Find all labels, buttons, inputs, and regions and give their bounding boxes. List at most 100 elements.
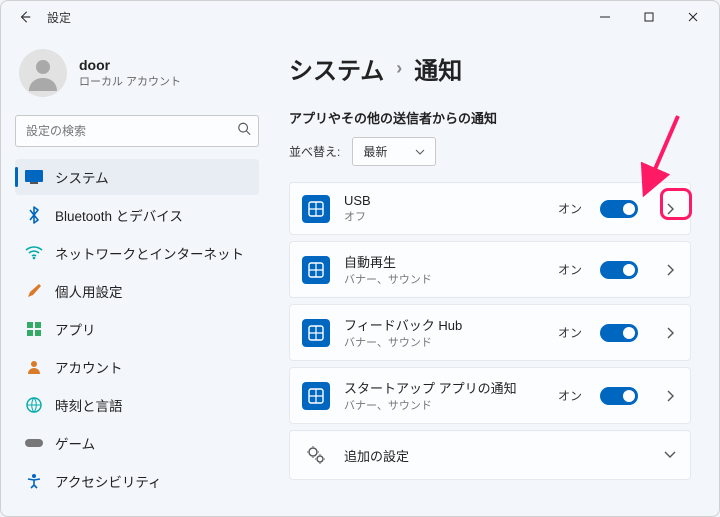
- nav-label: ゲーム: [55, 433, 95, 453]
- globe-icon: [25, 396, 43, 414]
- app-sub: オフ: [344, 208, 544, 224]
- nav-game[interactable]: ゲーム: [15, 425, 259, 461]
- nav-label: アクセシビリティ: [55, 471, 162, 491]
- minimize-button[interactable]: [583, 2, 627, 32]
- chevron-down-icon: [664, 451, 676, 459]
- sort-select[interactable]: 最新: [352, 137, 436, 166]
- nav-label: 時刻と言語: [55, 395, 123, 415]
- app-sub: バナー、サウンド: [344, 334, 544, 350]
- toggle-switch[interactable]: [600, 324, 638, 342]
- expand-button[interactable]: [662, 203, 678, 215]
- search-wrap: [15, 115, 259, 147]
- search-icon: [237, 122, 251, 141]
- expand-button[interactable]: [662, 264, 678, 276]
- app-name: スタートアップ アプリの通知: [344, 378, 544, 397]
- window-controls: [583, 2, 715, 32]
- toggle-label: オン: [558, 200, 582, 217]
- accessibility-icon: [25, 472, 43, 490]
- nav-label: 個人用設定: [55, 281, 123, 301]
- apps-icon: [25, 320, 43, 338]
- search-input[interactable]: [15, 115, 259, 147]
- bluetooth-icon: [25, 206, 43, 224]
- nav-bluetooth[interactable]: Bluetooth とデバイス: [15, 197, 259, 233]
- nav: システム Bluetooth とデバイス ネットワークとインターネット 個人用設…: [15, 159, 259, 499]
- app-name: フィードバック Hub: [344, 315, 544, 334]
- app-icon: [302, 195, 330, 223]
- chevron-right-icon: [666, 203, 674, 215]
- section-heading: アプリやその他の送信者からの通知: [289, 108, 691, 127]
- app-info: 自動再生 バナー、サウンド: [344, 252, 544, 287]
- app-sub: バナー、サウンド: [344, 397, 544, 413]
- close-button[interactable]: [671, 2, 715, 32]
- window-title: 設定: [47, 9, 583, 26]
- row-label: 追加の設定: [344, 446, 638, 465]
- nav-apps[interactable]: アプリ: [15, 311, 259, 347]
- toggle-switch[interactable]: [600, 387, 638, 405]
- nav-accessibility[interactable]: アクセシビリティ: [15, 463, 259, 499]
- arrow-left-icon: [18, 10, 32, 24]
- nav-label: アカウント: [55, 357, 123, 377]
- titlebar: 設定: [1, 1, 719, 33]
- back-button[interactable]: [11, 3, 39, 31]
- nav-label: Bluetooth とデバイス: [55, 205, 183, 225]
- app-sub: バナー、サウンド: [344, 271, 544, 287]
- maximize-button[interactable]: [627, 2, 671, 32]
- chevron-right-icon: [666, 264, 674, 276]
- chevron-down-icon: [415, 149, 425, 155]
- sidebar: door ローカル アカウント システム Bluetooth とデバイス: [1, 33, 271, 516]
- app-name: 自動再生: [344, 252, 544, 271]
- nav-label: ネットワークとインターネット: [55, 243, 244, 263]
- additional-settings-row[interactable]: 追加の設定: [289, 430, 691, 480]
- brush-icon: [25, 282, 43, 300]
- close-icon: [688, 12, 698, 22]
- toggle-label: オン: [558, 261, 582, 278]
- app-info: フィードバック Hub バナー、サウンド: [344, 315, 544, 350]
- chevron-right-icon: [666, 390, 674, 402]
- profile-text: door ローカル アカウント: [79, 57, 181, 89]
- toggle-switch[interactable]: [600, 200, 638, 218]
- app-icon: [302, 319, 330, 347]
- app-list: USB オフ オン 自動再生 バナー、サウンド オン: [289, 182, 691, 480]
- app-name: USB: [344, 193, 544, 208]
- profile-name: door: [79, 57, 181, 73]
- toggle-label: オン: [558, 387, 582, 404]
- nav-label: アプリ: [55, 319, 96, 339]
- nav-label: システム: [55, 167, 109, 187]
- breadcrumb-parent[interactable]: システム: [289, 51, 384, 86]
- nav-personalization[interactable]: 個人用設定: [15, 273, 259, 309]
- nav-time-language[interactable]: 時刻と言語: [15, 387, 259, 423]
- nav-account[interactable]: アカウント: [15, 349, 259, 385]
- breadcrumb-current: 通知: [414, 51, 462, 86]
- app-row-startup-apps[interactable]: スタートアップ アプリの通知 バナー、サウンド オン: [289, 367, 691, 424]
- avatar: [19, 49, 67, 97]
- body: door ローカル アカウント システム Bluetooth とデバイス: [1, 33, 719, 516]
- nav-network[interactable]: ネットワークとインターネット: [15, 235, 259, 271]
- chevron-right-icon: ›: [396, 58, 402, 79]
- nav-system[interactable]: システム: [15, 159, 259, 195]
- app-icon: [302, 256, 330, 284]
- minimize-icon: [600, 12, 610, 22]
- chevron-right-icon: [666, 327, 674, 339]
- expand-button[interactable]: [662, 451, 678, 459]
- app-info: USB オフ: [344, 193, 544, 224]
- breadcrumb: システム › 通知: [289, 51, 691, 86]
- app-icon: [302, 382, 330, 410]
- profile[interactable]: door ローカル アカウント: [15, 43, 259, 115]
- toggle-switch[interactable]: [600, 261, 638, 279]
- settings-window: 設定 door ローカル アカウント: [0, 0, 720, 517]
- sort-value: 最新: [363, 143, 387, 160]
- sort-row: 並べ替え: 最新: [289, 137, 691, 166]
- account-icon: [25, 358, 43, 376]
- sort-label: 並べ替え:: [289, 143, 340, 160]
- app-row-feedback-hub[interactable]: フィードバック Hub バナー、サウンド オン: [289, 304, 691, 361]
- expand-button[interactable]: [662, 390, 678, 402]
- maximize-icon: [644, 12, 654, 22]
- app-row-autoplay[interactable]: 自動再生 バナー、サウンド オン: [289, 241, 691, 298]
- app-info: スタートアップ アプリの通知 バナー、サウンド: [344, 378, 544, 413]
- system-icon: [25, 168, 43, 186]
- toggle-label: オン: [558, 324, 582, 341]
- app-row-usb[interactable]: USB オフ オン: [289, 182, 691, 235]
- gear-icon: [302, 441, 330, 469]
- expand-button[interactable]: [662, 327, 678, 339]
- main-content: システム › 通知 アプリやその他の送信者からの通知 並べ替え: 最新 USB …: [271, 33, 719, 516]
